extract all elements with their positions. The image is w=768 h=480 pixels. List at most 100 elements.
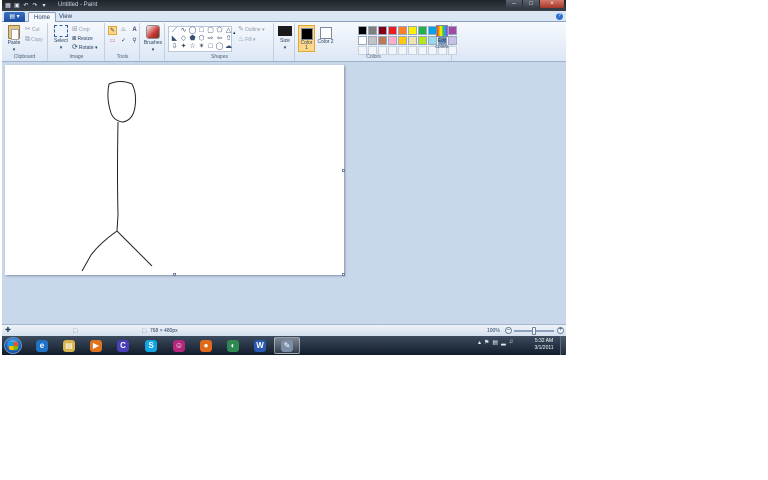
triangle-shape-icon[interactable]: △: [224, 27, 233, 35]
crop-button[interactable]: ⊞ Crop: [72, 26, 90, 34]
palette-swatch[interactable]: [398, 26, 407, 35]
text-tool-icon[interactable]: A: [130, 26, 139, 35]
cut-label: Cut: [31, 27, 40, 33]
palette-swatch[interactable]: [418, 36, 427, 45]
fill-button[interactable]: ♨ Fill ▾: [238, 36, 256, 44]
taskbar-app-c[interactable]: C: [110, 337, 136, 354]
drawing-canvas[interactable]: [5, 65, 345, 276]
network-icon[interactable]: ▤: [492, 339, 498, 346]
six-point-star-shape-icon[interactable]: ✶: [197, 43, 206, 51]
left-arrow-shape-icon[interactable]: ⇦: [215, 35, 224, 43]
taskbar-media-player[interactable]: ▶: [83, 337, 109, 354]
customize-qat-icon[interactable]: ▾: [40, 2, 48, 10]
palette-swatch[interactable]: [378, 26, 387, 35]
taskbar-media-center[interactable]: ◐: [220, 337, 246, 354]
palette-swatch[interactable]: [418, 26, 427, 35]
pencil-icon[interactable]: ✎: [108, 26, 117, 35]
eraser-icon[interactable]: ▭: [108, 37, 117, 46]
taskbar-paint[interactable]: ✎: [274, 337, 300, 354]
palette-swatch[interactable]: [408, 26, 417, 35]
close-button[interactable]: ×: [540, 0, 564, 8]
right-triangle-shape-icon[interactable]: ◣: [170, 35, 179, 43]
start-button[interactable]: [4, 337, 22, 354]
canvas-workspace[interactable]: [2, 62, 566, 324]
paste-button[interactable]: Paste ▾: [5, 25, 23, 53]
rectangle-shape-icon[interactable]: □: [197, 27, 206, 35]
undo-icon[interactable]: ↶: [22, 2, 30, 10]
magnifier-icon[interactable]: ⚲: [130, 37, 139, 46]
paint-menu-button[interactable]: ▤ ▾: [4, 12, 25, 22]
taskbar-clock[interactable]: 5:32 AM 3/1/2011: [529, 338, 559, 352]
right-arrow-shape-icon[interactable]: ⇨: [206, 35, 215, 43]
help-icon[interactable]: ?: [556, 13, 563, 20]
color2-button[interactable]: Color 2: [317, 25, 334, 52]
color1-label: Color 1: [300, 40, 313, 51]
five-point-star-shape-icon[interactable]: ☆: [188, 43, 197, 51]
palette-swatch[interactable]: [398, 36, 407, 45]
hexagon-shape-icon[interactable]: ⬡: [197, 35, 206, 43]
minimize-button[interactable]: –: [506, 0, 522, 8]
taskbar-internet-explorer[interactable]: e: [29, 337, 55, 354]
outline-button[interactable]: ✎ Outline ▾: [238, 26, 265, 34]
polygon-shape-icon[interactable]: ⬠: [215, 27, 224, 35]
palette-swatch[interactable]: [358, 36, 367, 45]
taskbar-windows-explorer[interactable]: ▤: [56, 337, 82, 354]
brushes-button[interactable]: Brushes ▾: [142, 25, 164, 53]
cloud-callout-shape-icon[interactable]: ☁: [224, 43, 233, 51]
shapes-group: ⟋ ∿ ◯ □ ▢ ⬠ △ ◣ ◇ ⬟ ⬡ ⇨ ⇦ ⇧ ⇩ ✦ ☆ ✶ □ ◯: [166, 23, 274, 61]
color1-swatch: [300, 28, 313, 40]
taskbar-firefox[interactable]: ●: [193, 337, 219, 354]
down-arrow-shape-icon[interactable]: ⇩: [170, 43, 179, 51]
taskbar-messenger[interactable]: ☺: [166, 337, 192, 354]
show-hidden-icons-icon[interactable]: ▴: [478, 339, 481, 346]
redo-icon[interactable]: ↷: [31, 2, 39, 10]
fill-icon: ♨: [238, 36, 245, 43]
line-shape-icon[interactable]: ⟋: [170, 27, 179, 35]
palette-swatch[interactable]: [388, 26, 397, 35]
taskbar-skype[interactable]: S: [138, 337, 164, 354]
canvas-resize-handle-bottom[interactable]: [173, 273, 176, 276]
zoom-in-button[interactable]: +: [557, 327, 564, 334]
zoom-slider-thumb[interactable]: [532, 327, 536, 335]
rounded-rectangle-shape-icon[interactable]: ▢: [206, 27, 215, 35]
ribbon-tab-bar: ▤ ▾ Home View ?: [2, 11, 566, 23]
taskbar-word[interactable]: W: [247, 337, 273, 354]
paint-app-icon[interactable]: ▦: [4, 2, 12, 10]
color1-button[interactable]: Color 1: [298, 25, 315, 52]
callout-shape-icon[interactable]: □: [206, 43, 215, 51]
fill-bucket-icon[interactable]: ♨: [119, 26, 128, 35]
action-center-flag-icon[interactable]: ⚑: [484, 339, 489, 346]
resize-button[interactable]: ⧈ Resize: [72, 35, 93, 43]
edit-colors-button[interactable]: Edit colors: [433, 25, 451, 50]
four-point-star-shape-icon[interactable]: ✦: [179, 43, 188, 51]
palette-swatch[interactable]: [368, 26, 377, 35]
canvas-resize-handle-right[interactable]: [342, 169, 345, 172]
palette-swatch[interactable]: [388, 36, 397, 45]
copy-button[interactable]: ⧉ Copy: [25, 36, 43, 44]
zoom-out-button[interactable]: –: [505, 327, 512, 334]
oval-callout-shape-icon[interactable]: ◯: [215, 43, 224, 51]
palette-swatch[interactable]: [358, 26, 367, 35]
signal-icon[interactable]: ▂: [501, 339, 506, 346]
show-desktop-button[interactable]: [560, 336, 566, 355]
rotate-button[interactable]: ⟳ Rotate ▾: [72, 44, 98, 52]
volume-icon[interactable]: ♫: [509, 339, 514, 346]
palette-swatch[interactable]: [408, 36, 417, 45]
maximize-button[interactable]: □: [523, 0, 539, 8]
diamond-shape-icon[interactable]: ◇: [179, 35, 188, 43]
shapes-group-label: Shapes: [211, 54, 228, 60]
up-arrow-shape-icon[interactable]: ⇧: [224, 35, 233, 43]
size-button[interactable]: Size ▾: [276, 25, 294, 51]
cut-button[interactable]: ✂ Cut: [25, 26, 40, 34]
color-picker-icon[interactable]: ✓: [119, 37, 128, 46]
canvas-resize-handle-corner[interactable]: [342, 273, 345, 276]
color2-swatch: [319, 27, 332, 39]
select-button[interactable]: Select ▾: [51, 25, 71, 51]
curve-shape-icon[interactable]: ∿: [179, 27, 188, 35]
shapes-scroll-icon[interactable]: ▴: [233, 29, 236, 37]
palette-swatch[interactable]: [378, 36, 387, 45]
save-icon[interactable]: ▣: [13, 2, 21, 10]
pentagon-shape-icon[interactable]: ⬟: [188, 35, 197, 43]
oval-shape-icon[interactable]: ◯: [188, 27, 197, 35]
palette-swatch[interactable]: [368, 36, 377, 45]
